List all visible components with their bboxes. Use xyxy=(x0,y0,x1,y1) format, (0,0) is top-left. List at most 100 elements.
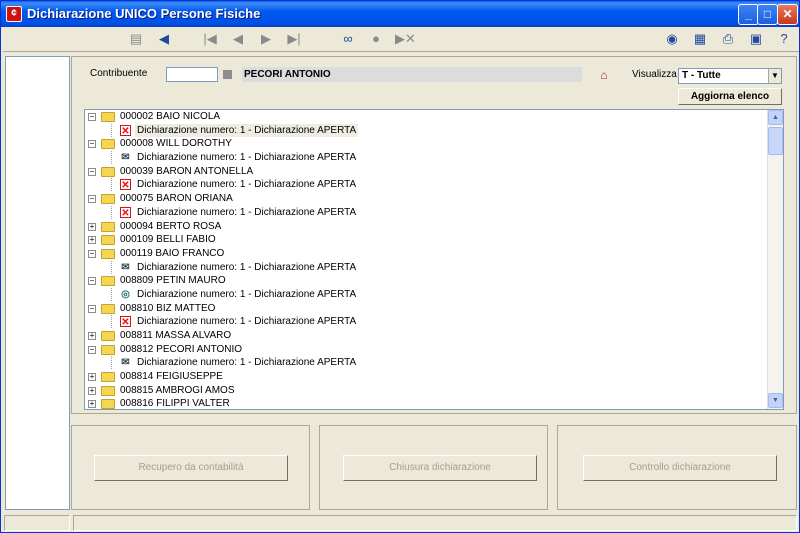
tree-node[interactable]: +000094 BERTO ROSA xyxy=(85,220,768,234)
tree-node[interactable]: − 008809 PETIN MAURO xyxy=(85,274,768,288)
tree-node-label[interactable]: 000109 BELLI FABIO xyxy=(120,233,216,246)
declaration-node[interactable]: ✉ Dichiarazione numero: 1 - Dichiarazione… xyxy=(85,151,768,165)
expand-icon[interactable]: + xyxy=(88,236,96,245)
scroll-down-icon[interactable]: ▼ xyxy=(768,393,783,408)
maximize-button[interactable]: □ xyxy=(757,4,778,25)
first-record-icon[interactable]: |◀ xyxy=(201,30,219,48)
tree-connector xyxy=(111,178,112,192)
collapse-icon[interactable]: − xyxy=(88,113,96,121)
back-arrow-icon[interactable]: ◀ xyxy=(155,30,173,48)
folder-icon xyxy=(101,344,115,355)
declaration-node[interactable]: ✕ Dichiarazione numero: 1 - Dichiarazione… xyxy=(85,178,768,192)
expand-icon[interactable]: + xyxy=(88,332,96,340)
tree-node[interactable]: − 000008 WILL DOROTHY xyxy=(85,137,768,151)
previous-record-icon[interactable]: ◀ xyxy=(229,30,247,48)
tree-node[interactable]: − 008810 BIZ MATTEO xyxy=(85,302,768,316)
delete-forward-icon[interactable]: ▶✕ xyxy=(395,30,416,48)
tree-node-label[interactable]: 000002 BAIO NICOLA xyxy=(120,110,220,123)
scroll-thumb[interactable] xyxy=(768,127,783,155)
collapse-icon[interactable]: − xyxy=(88,249,96,258)
tree-node-label[interactable]: 000075 BARON ORIANA xyxy=(120,192,233,205)
declaration-node[interactable]: ✉ Dichiarazione numero: 1 - Dichiarazione… xyxy=(85,260,768,275)
declaration-label[interactable]: Dichiarazione numero: 1 - Dichiarazione … xyxy=(135,356,358,369)
taxpayer-tree[interactable]: −000002 BAIO NICOLA ✕ Dichiarazione numero… xyxy=(84,109,784,410)
tree-node-label[interactable]: 008812 PECORI ANTONIO xyxy=(120,343,242,356)
status-cell-main xyxy=(73,515,797,531)
declaration-node[interactable]: ✕ Dichiarazione numero: 1 - Dichiarazione… xyxy=(85,123,768,138)
tree-node-label[interactable]: 000039 BARON ANTONELLA xyxy=(120,165,253,178)
declaration-label[interactable]: Dichiarazione numero: 1 - Dichiarazione … xyxy=(135,261,358,274)
calculator-icon[interactable]: ▦ xyxy=(691,30,709,48)
action-panel-chiusura: Chiusura dichiarazione xyxy=(319,425,548,510)
contribuente-code-input[interactable] xyxy=(166,67,218,82)
tree-node[interactable]: +008816 FILIPPI VALTER xyxy=(85,397,768,409)
visualizza-select[interactable]: T - Tutte ▼ xyxy=(678,68,782,84)
lookup-marker[interactable] xyxy=(223,70,232,79)
tree-node[interactable]: +008811 MASSA ALVARO xyxy=(85,329,768,343)
tree-node[interactable]: +008814 FEIGIUSEPPE xyxy=(85,370,768,384)
folder-icon xyxy=(101,331,115,341)
tree-node-label[interactable]: 008811 MASSA ALVARO xyxy=(120,329,231,342)
collapse-icon[interactable]: − xyxy=(88,167,96,176)
printer-icon[interactable]: ⎙ xyxy=(719,30,737,48)
aggiorna-elenco-button[interactable]: Aggiorna elenco xyxy=(678,88,782,105)
expand-icon[interactable]: + xyxy=(88,400,96,409)
declaration-label[interactable]: Dichiarazione numero: 1 - Dichiarazione … xyxy=(135,178,358,191)
close-button[interactable]: ✕ xyxy=(777,4,798,25)
help-icon[interactable]: ? xyxy=(775,30,793,48)
collapse-icon[interactable]: − xyxy=(88,140,96,149)
tree-node[interactable]: +000109 BELLI FABIO xyxy=(85,233,768,247)
tree-node-label[interactable]: 008815 AMBROGI AMOS xyxy=(120,384,235,397)
last-record-icon[interactable]: ▶| xyxy=(285,30,303,48)
expand-icon[interactable]: + xyxy=(88,373,96,382)
controllo-button[interactable]: Controllo dichiarazione xyxy=(583,455,777,481)
tree-node-label[interactable]: 008810 BIZ MATTEO xyxy=(120,302,215,315)
tree-node[interactable]: +008815 AMBROGI AMOS xyxy=(85,384,768,398)
chiusura-button[interactable]: Chiusura dichiarazione xyxy=(343,455,537,481)
app-logo-icon[interactable]: ¢ xyxy=(6,6,22,22)
tree-node-label[interactable]: 000094 BERTO ROSA xyxy=(120,220,221,233)
tree-node[interactable]: − 000075 BARON ORIANA xyxy=(85,192,768,206)
declaration-label[interactable]: Dichiarazione numero: 1 - Dichiarazione … xyxy=(135,151,358,164)
folder-icon xyxy=(101,372,115,383)
binoculars-icon[interactable]: ∞ xyxy=(339,30,357,48)
tree-node[interactable]: − 000002 BAIO NICOLA xyxy=(85,110,768,124)
vertical-scrollbar[interactable]: ▲ ▼ xyxy=(767,110,783,409)
collapse-icon[interactable]: − xyxy=(88,345,96,354)
collapse-icon[interactable]: − xyxy=(88,304,96,313)
tree-node-label[interactable]: 000119 BAIO FRANCO xyxy=(120,247,224,260)
save-icon[interactable]: ▤ xyxy=(127,30,145,48)
declaration-label[interactable]: Dichiarazione numero: 1 - Dichiarazione … xyxy=(135,123,359,137)
window-icon[interactable]: ▣ xyxy=(747,30,765,48)
declaration-node[interactable]: ✕ Dichiarazione numero: 1 - Dichiarazione… xyxy=(85,205,768,220)
declaration-node[interactable]: ◎ Dichiarazione numero: 1 - Dichiarazione… xyxy=(85,287,768,302)
collapse-icon[interactable]: − xyxy=(88,195,96,204)
folder-icon xyxy=(101,139,115,150)
house-icon[interactable]: ⌂ xyxy=(596,67,612,83)
toolbar-divider xyxy=(3,51,799,52)
title-bar[interactable]: ¢ Dichiarazione UNICO Persone Fisiche _ … xyxy=(1,1,799,27)
declaration-label[interactable]: Dichiarazione numero: 1 - Dichiarazione … xyxy=(135,288,358,301)
expand-icon[interactable]: + xyxy=(88,222,96,231)
collapse-icon[interactable]: − xyxy=(88,277,96,286)
tree-node-label[interactable]: 000008 WILL DOROTHY xyxy=(120,137,232,150)
declaration-node[interactable]: ✕ Dichiarazione numero: 1 - Dichiarazione… xyxy=(85,315,768,329)
circle-icon[interactable]: ● xyxy=(367,30,385,48)
tree-node-label[interactable]: 008816 FILIPPI VALTER xyxy=(120,397,230,409)
declaration-label[interactable]: Dichiarazione numero: 1 - Dichiarazione … xyxy=(135,206,358,219)
tree-node-label[interactable]: 008809 PETIN MAURO xyxy=(120,274,226,287)
tree-node[interactable]: − 000039 BARON ANTONELLA xyxy=(85,165,768,179)
expand-icon[interactable]: + xyxy=(88,386,96,395)
next-record-icon[interactable]: ▶ xyxy=(257,30,275,48)
chevron-down-icon[interactable]: ▼ xyxy=(768,69,781,83)
declaration-node[interactable]: ✉ Dichiarazione numero: 1 - Dichiarazione… xyxy=(85,356,768,370)
tree-node[interactable]: − 000119 BAIO FRANCO xyxy=(85,247,768,261)
recupero-button[interactable]: Recupero da contabilità xyxy=(94,455,288,481)
minimize-button[interactable]: _ xyxy=(738,4,759,25)
tree-node[interactable]: − 008812 PECORI ANTONIO xyxy=(85,343,768,357)
scroll-up-icon[interactable]: ▲ xyxy=(768,110,783,125)
left-panel[interactable] xyxy=(5,56,70,510)
tree-node-label[interactable]: 008814 FEIGIUSEPPE xyxy=(120,370,223,383)
chat-icon[interactable]: ◉ xyxy=(663,30,681,48)
declaration-label[interactable]: Dichiarazione numero: 1 - Dichiarazione … xyxy=(135,315,358,328)
